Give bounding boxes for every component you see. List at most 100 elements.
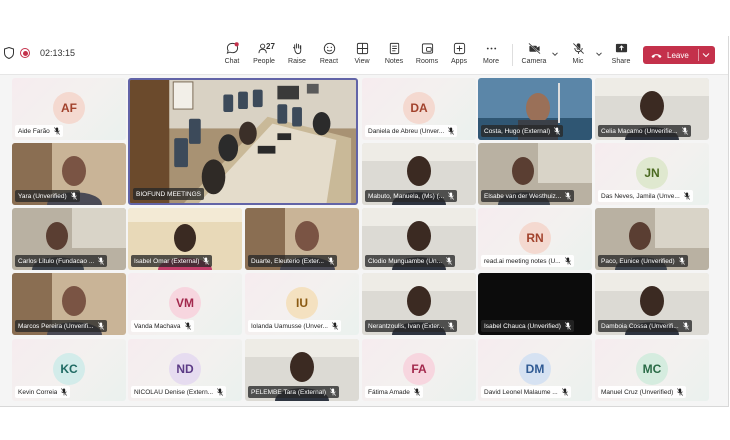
participant-tile[interactable]: Isabel Chauca (Unverified) xyxy=(478,273,592,335)
mic-chevron-down-icon[interactable] xyxy=(595,50,603,58)
participant-tile[interactable]: DM David Leonel Malaume ... xyxy=(478,339,592,401)
participant-tile[interactable]: Damboia Cossa (Unverifi... xyxy=(595,273,709,335)
apps-button[interactable]: Apps xyxy=(442,40,476,72)
rooms-button[interactable]: Rooms xyxy=(410,40,444,72)
participant-name: Kevin Correia xyxy=(18,388,58,396)
raise-label: Raise xyxy=(288,58,306,65)
participant-tile[interactable]: MC Manuel Cruz (Unverified) xyxy=(595,339,709,401)
mic-muted-icon xyxy=(564,257,571,265)
participant-nametag: PELEMBE Tara (External) xyxy=(248,386,340,398)
participant-tile[interactable]: Duarte, Eleuterio (Exter... xyxy=(245,208,359,270)
camera-chevron-down-icon[interactable] xyxy=(551,50,559,58)
participant-name: read.ai meeting notes (U... xyxy=(484,257,561,265)
participant-tile[interactable]: Nerantzoulis, Ivan (Exter... xyxy=(362,273,476,335)
participant-nametag: Paco, Eunice (Unverified) xyxy=(598,255,688,267)
recording-icon xyxy=(20,48,30,58)
participant-nametag: Das Neves, Jamila (Unve... xyxy=(598,190,693,202)
participant-name: Celia Macamo (Unverifie... xyxy=(601,127,678,135)
avatar: MC xyxy=(636,353,668,385)
participant-tile[interactable]: Carlos Litulo (Fundacao ... xyxy=(12,208,126,270)
participant-nametag: Isabel Omar (External) xyxy=(131,255,213,267)
notes-label: Notes xyxy=(384,58,404,65)
view-button[interactable]: View xyxy=(345,40,379,72)
leave-button[interactable]: Leave xyxy=(643,46,715,64)
participant-tile[interactable]: Isabel Omar (External) xyxy=(128,208,242,270)
share-button[interactable]: Share xyxy=(604,40,638,72)
participant-tile[interactable]: DA Daniela de Abreu (Unver... xyxy=(362,78,476,140)
participant-tile[interactable]: RN read.ai meeting notes (U... xyxy=(478,208,592,270)
mic-muted-icon xyxy=(97,322,104,330)
featured-video-tile[interactable]: BIOFUND MEETINGS xyxy=(128,78,358,205)
participant-name: Aide Farão xyxy=(18,127,50,135)
participant-tile[interactable]: FA Fátima Amade xyxy=(362,339,476,401)
participant-name: Elsabe van der Westhuiz... xyxy=(484,192,562,200)
participant-tile[interactable]: Paco, Eunice (Unverified) xyxy=(595,208,709,270)
participant-nametag: Marcos Pereira (Unverifi... xyxy=(15,320,107,332)
participant-tile[interactable]: Costa, Hugo (External) xyxy=(478,78,592,140)
participant-nametag: Nerantzoulis, Ivan (Exter... xyxy=(365,320,458,332)
mic-muted-icon xyxy=(448,127,455,135)
mic-button[interactable]: Mic xyxy=(561,40,595,72)
participant-tile[interactable]: Yara (Unverified) xyxy=(12,143,126,205)
participant-tile[interactable]: IU Iolanda Uamusse (Unver... xyxy=(245,273,359,335)
participant-tile[interactable]: Marcos Pereira (Unverifi... xyxy=(12,273,126,335)
react-button[interactable]: React xyxy=(312,40,346,72)
mic-muted-icon xyxy=(61,388,68,396)
participant-tile[interactable]: Elsabe van der Westhuiz... xyxy=(478,143,592,205)
mic-muted-icon xyxy=(330,388,336,396)
participant-tile[interactable]: VM Vanda Machava xyxy=(128,273,242,335)
participant-tile[interactable]: KC Kevin Correia xyxy=(12,339,126,401)
mic-muted-icon xyxy=(448,322,455,330)
chat-button[interactable]: Chat xyxy=(215,40,249,72)
participant-tile[interactable]: Mabuto, Manuela, (Ms) (... xyxy=(362,143,476,205)
camera-button[interactable]: Camera xyxy=(517,40,551,72)
chat-label: Chat xyxy=(224,58,240,65)
participant-name: Costa, Hugo (External) xyxy=(484,127,551,135)
smiley-icon xyxy=(323,42,335,55)
toolbar-divider xyxy=(512,44,513,66)
participant-name: Nerantzoulis, Ivan (Exter... xyxy=(368,322,445,330)
people-button[interactable]: 27 People xyxy=(247,40,281,72)
notes-icon xyxy=(389,42,399,55)
people-label: People xyxy=(253,58,275,65)
mic-muted-icon xyxy=(561,388,568,396)
participant-name: Marcos Pereira (Unverifi... xyxy=(18,322,94,330)
participant-nametag: Vanda Machava xyxy=(131,320,194,332)
participant-tile[interactable]: Clodio Munguambe (Un... xyxy=(362,208,476,270)
participant-tile[interactable]: Celia Macamo (Unverifie... xyxy=(595,78,709,140)
participant-nametag: Isabel Chauca (Unverified) xyxy=(481,320,574,332)
leave-chevron-down-icon[interactable] xyxy=(702,52,710,58)
meeting-room-video xyxy=(130,80,356,203)
participant-nametag: Manuel Cruz (Unverified) xyxy=(598,386,687,398)
leave-divider xyxy=(698,49,699,61)
participant-tile[interactable]: ND NICOLAU Denise (Extern... xyxy=(128,339,242,401)
participant-nametag: Yara (Unverified) xyxy=(15,190,80,202)
participant-nametag: Duarte, Eleuterio (Exter... xyxy=(248,255,337,267)
avatar: VM xyxy=(169,287,201,319)
participant-name: Daniela de Abreu (Unver... xyxy=(368,127,445,135)
notes-button[interactable]: Notes xyxy=(377,40,411,72)
mic-muted-icon xyxy=(70,192,77,200)
avatar: DM xyxy=(519,353,551,385)
participant-name: Isabel Chauca (Unverified) xyxy=(484,322,561,330)
shield-icon[interactable] xyxy=(4,47,14,59)
participant-tile[interactable]: AF Aide Farão xyxy=(12,78,126,140)
more-button[interactable]: More xyxy=(474,40,508,72)
mic-muted-icon xyxy=(681,127,688,135)
mic-muted-icon xyxy=(414,388,420,396)
featured-name: BIOFUND MEETINGS xyxy=(136,190,202,198)
raise-hand-button[interactable]: Raise xyxy=(280,40,314,72)
mic-muted-icon xyxy=(446,257,452,265)
participant-name: David Leonel Malaume ... xyxy=(484,388,558,396)
participant-tile[interactable]: PELEMBE Tara (External) xyxy=(245,339,359,401)
avatar: AF xyxy=(53,92,85,124)
mic-muted-icon xyxy=(565,322,571,330)
participant-name: Clodio Munguambe (Un... xyxy=(368,257,443,265)
participant-name: Iolanda Uamusse (Unver... xyxy=(251,322,328,330)
participant-nametag: Clodio Munguambe (Un... xyxy=(365,255,456,267)
participant-name: Duarte, Eleuterio (Exter... xyxy=(251,257,324,265)
participant-nametag: Iolanda Uamusse (Unver... xyxy=(248,320,341,332)
share-label: Share xyxy=(611,58,631,65)
participant-tile[interactable]: JN Das Neves, Jamila (Unve... xyxy=(595,143,709,205)
breakout-rooms-icon xyxy=(421,43,433,54)
